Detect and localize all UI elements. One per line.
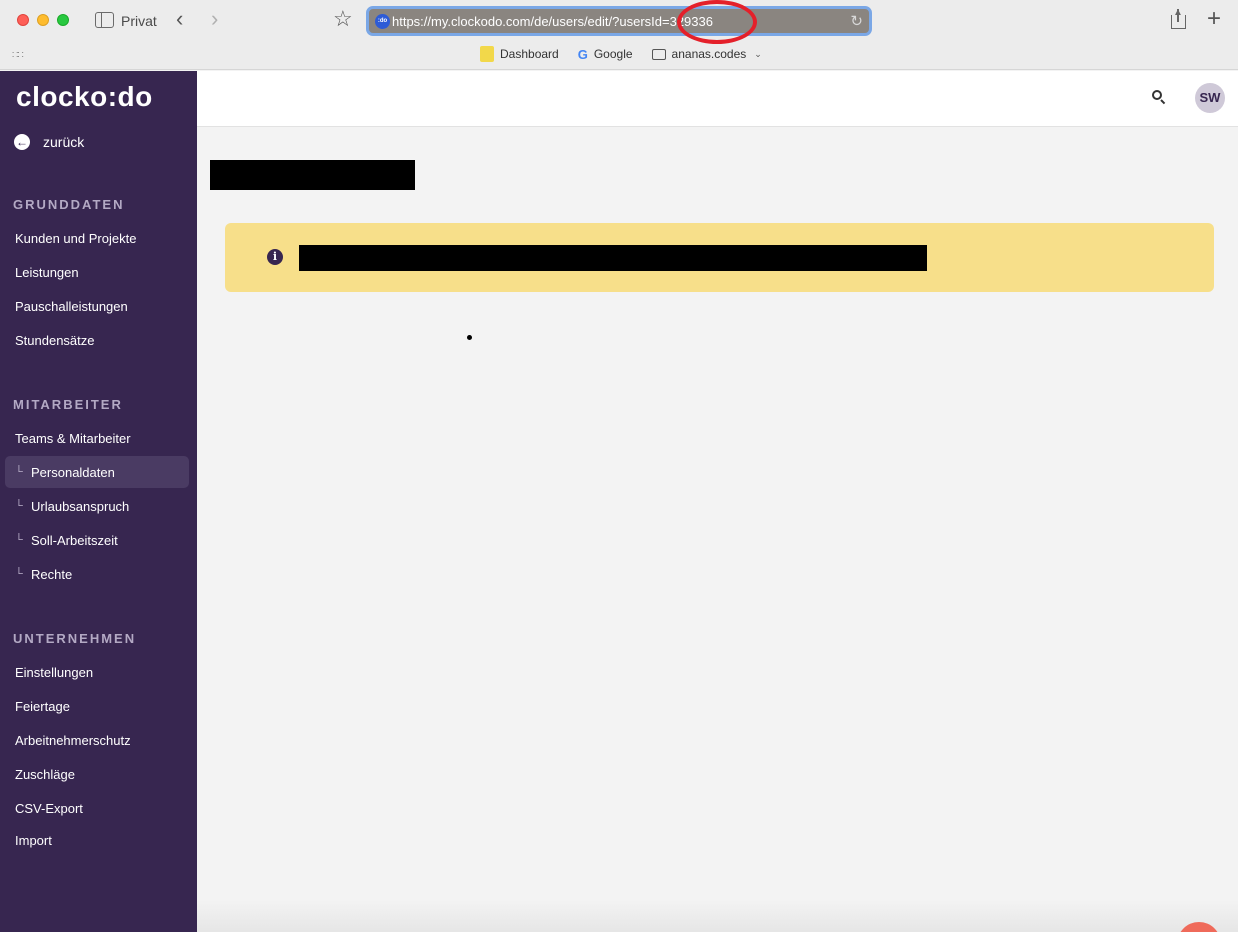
tab-overview-icon[interactable]: ∷∷ [12,50,24,61]
private-mode-label: Privat [121,13,157,29]
sidebar-subitem-label: Urlaubsanspruch [31,498,130,514]
sidebar-subitem-urlaubsanspruch[interactable]: └ Urlaubsanspruch [5,490,189,522]
bookmark-folder-ananas[interactable]: ananas.codes ⌄ [651,46,762,62]
sidebar-item-zuschlaege[interactable]: Zuschläge [15,767,75,782]
back-arrow-icon[interactable]: ‹ [176,8,183,30]
minimize-window-button[interactable] [37,14,49,26]
bookmark-google[interactable]: G Google [578,46,633,62]
forward-arrow-icon[interactable]: › [211,8,218,30]
section-title-mitarbeiter: MITARBEITER [13,397,123,412]
sidebar-subitem-label: Personaldaten [31,464,115,480]
bookmarks-bar: Dashboard G Google ananas.codes ⌄ [480,46,762,62]
back-link[interactable]: ← zurück [14,134,84,150]
bookmark-label: ananas.codes [671,47,747,61]
sidebar-subitem-soll-arbeitszeit[interactable]: └ Soll-Arbeitszeit [5,524,189,556]
url-text[interactable]: https://my.clockodo.com/de/users/edit/?u… [392,14,713,29]
sidebar-item-feiertage[interactable]: Feiertage [15,699,70,714]
sidebar-subitem-rechte[interactable]: └ Rechte [5,558,189,590]
sidebar-toggle-icon[interactable] [95,12,114,28]
back-label: zurück [43,134,85,150]
sidebar-item-einstellungen[interactable]: Einstellungen [15,665,93,680]
app-sidebar: clocko:do ← zurück GRUNDDATEN Kunden und… [0,71,197,932]
sidebar-item-kunden-projekte[interactable]: Kunden und Projekte [15,231,136,246]
browser-toolbar: Privat ‹ › ☆ :do https://my.clockodo.com… [0,0,1238,70]
subitem-marker-icon: └ [15,534,23,546]
redacted-notice-text [299,245,927,271]
bookmark-star-icon[interactable]: ☆ [333,7,353,31]
reload-icon[interactable]: ↻ [850,12,863,30]
clockodo-logo[interactable]: clocko:do [16,81,153,113]
sidebar-item-leistungen[interactable]: Leistungen [15,265,79,280]
bookmark-dashboard[interactable]: Dashboard [480,46,559,62]
bookmark-label: Dashboard [500,47,559,61]
section-title-unternehmen: UNTERNEHMEN [13,631,137,646]
bookmark-label: Google [593,47,633,61]
sidebar-item-teams-mitarbeiter[interactable]: Teams & Mitarbeiter [15,431,131,446]
new-tab-icon[interactable]: + [1207,6,1221,32]
address-bar[interactable]: :do https://my.clockodo.com/de/users/edi… [366,6,872,36]
chevron-down-icon: ⌄ [754,48,762,59]
close-window-button[interactable] [17,14,29,26]
bottom-shadow [197,900,1238,932]
sidebar-subitem-label: Rechte [31,566,73,582]
google-icon: G [577,46,588,62]
section-title-grunddaten: GRUNDDATEN [13,197,125,212]
sidebar-item-import[interactable]: Import [15,833,52,848]
list-bullet [467,335,472,340]
avatar[interactable]: SW [1195,83,1225,113]
sidebar-subitem-personaldaten[interactable]: └ Personaldaten [5,456,189,488]
subitem-marker-icon: └ [15,466,23,478]
sidebar-item-arbeitnehmerschutz[interactable]: Arbeitnehmerschutz [15,733,131,748]
maximize-window-button[interactable] [57,14,69,26]
window-controls [17,14,69,26]
sidebar-item-csv-export[interactable]: CSV-Export [15,801,83,816]
info-notice: i [225,223,1214,292]
redacted-page-title [210,160,415,190]
subitem-marker-icon: └ [15,500,23,512]
subitem-marker-icon: └ [15,568,23,580]
sidebar-subitem-label: Soll-Arbeitszeit [31,532,118,548]
arrow-left-circle-icon: ← [14,134,30,150]
sidebar-item-pauschalleistungen[interactable]: Pauschalleistungen [15,299,128,314]
highlight-circle-annotation [677,0,757,44]
share-icon[interactable]: ▲ [1170,8,1187,29]
folder-icon [651,48,666,60]
site-favicon-icon: :do [375,14,390,29]
search-icon[interactable] [1152,90,1166,105]
sidebar-item-stundensaetze[interactable]: Stundensätze [15,333,95,348]
info-icon: i [267,249,283,265]
dashboard-bookmark-icon [480,46,494,62]
app-header: SW [197,71,1238,127]
